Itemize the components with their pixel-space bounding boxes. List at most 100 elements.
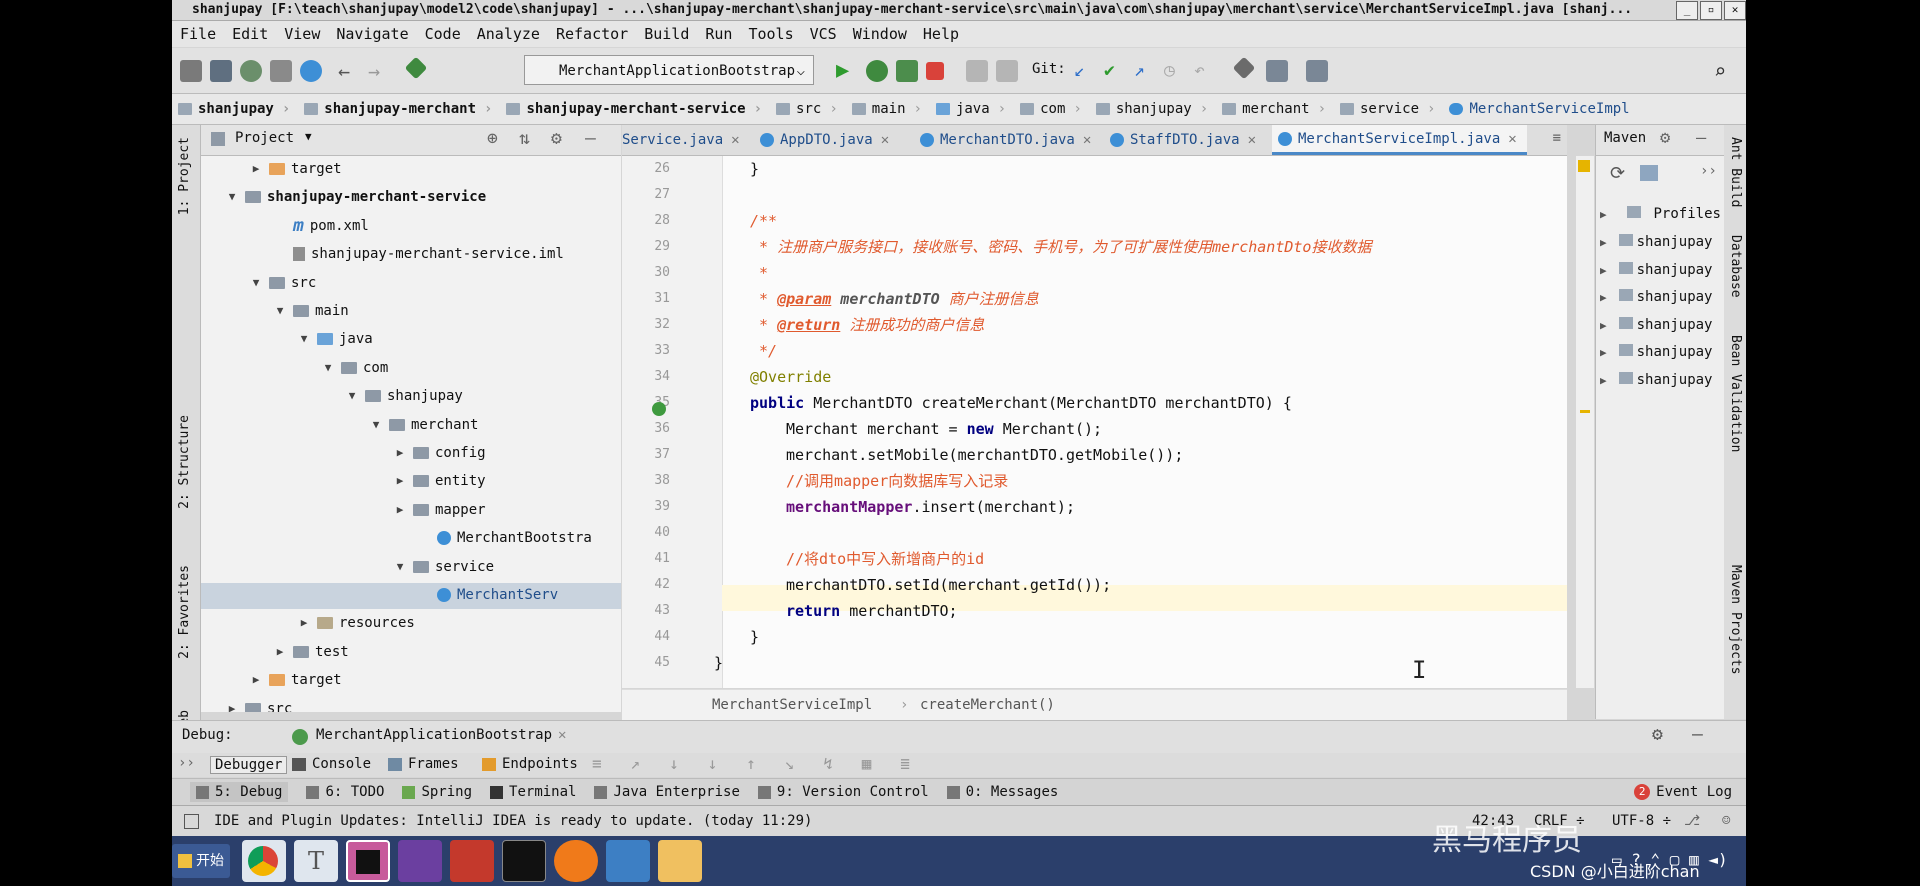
vcs-update-icon[interactable]	[966, 60, 988, 82]
start-button[interactable]: 开始	[172, 844, 230, 878]
settings-wrench-icon[interactable]	[1232, 56, 1256, 80]
gear-icon[interactable]: ⚙	[1660, 128, 1670, 148]
class-icon[interactable]	[300, 60, 322, 82]
hide-panel-icon[interactable]: —	[1696, 128, 1706, 148]
add-maven-project-icon[interactable]	[1640, 165, 1658, 181]
run-configuration-select[interactable]: MerchantApplicationBootstrap ⌵	[524, 55, 814, 85]
menu-code[interactable]: Code	[425, 25, 461, 43]
mysql-dolphin-icon[interactable]	[606, 840, 650, 882]
tool-window-maven-projects[interactable]: Maven Projects	[1728, 565, 1743, 675]
breadcrumb-item[interactable]: merchant ›	[1216, 94, 1334, 124]
hide-panel-icon[interactable]: —	[1692, 724, 1703, 745]
folder-icon[interactable]	[270, 60, 292, 82]
maven-project-item[interactable]: ▶ shanjupay	[1600, 284, 1712, 310]
stop-icon[interactable]	[926, 62, 944, 80]
tree-item[interactable]: ▶ resources	[297, 610, 415, 636]
tree-item[interactable]: ▼ service	[393, 554, 494, 580]
breadcrumb-item[interactable]: shanjupay-merchant ›	[298, 94, 500, 124]
event-log[interactable]: 2 Event Log	[1634, 784, 1732, 800]
close-icon[interactable]: ✕	[881, 125, 889, 155]
close-icon[interactable]: ✕	[1724, 1, 1746, 20]
tree-item[interactable]: ▶ target	[249, 156, 342, 182]
close-icon[interactable]: ✕	[558, 727, 566, 743]
tab-appdto[interactable]: AppDTO.java ✕	[760, 125, 889, 155]
open-folder-icon[interactable]	[180, 60, 202, 82]
tab-endpoints[interactable]: Endpoints	[502, 756, 578, 772]
tool-java-enterprise[interactable]: Java Enterprise	[594, 784, 740, 800]
chrome-icon[interactable]	[242, 840, 286, 882]
menu-edit[interactable]: Edit	[232, 25, 268, 43]
breadcrumb-item[interactable]: shanjupay ›	[172, 94, 298, 124]
expand-arrow-icon[interactable]: ▼	[345, 383, 359, 409]
sync-icon[interactable]	[240, 60, 262, 82]
step-over-icon[interactable]: ≡ ↗ ↓ ↓ ↑ ↘ ↯ ▦ ≣	[592, 754, 910, 773]
breadcrumb-item[interactable]: src ›	[770, 94, 846, 124]
collapse-arrow-icon[interactable]: ▶	[1600, 236, 1607, 249]
tool-window-structure[interactable]: 2: Structure	[177, 415, 192, 509]
menu-view[interactable]: View	[284, 25, 320, 43]
editor-scrollbar[interactable]	[1576, 156, 1594, 688]
tool-debug[interactable]: 5: Debug	[190, 782, 289, 802]
project-panel-title[interactable]: Project	[235, 130, 294, 146]
tree-item[interactable]: ▶ entity	[393, 468, 486, 494]
collapse-arrow-icon[interactable]: ▶	[249, 667, 263, 693]
expand-arrow-icon[interactable]: ▼	[321, 355, 335, 381]
tool-messages[interactable]: 0: Messages	[946, 784, 1058, 800]
code-editor[interactable]: 2627282930313233343536373839404142434445…	[622, 156, 1567, 688]
tree-item[interactable]: ▶ mapper	[393, 497, 486, 523]
breadcrumb-item[interactable]: MerchantServiceImpl	[1443, 94, 1637, 124]
tool-window-project[interactable]: 1: Project	[177, 137, 192, 215]
search-icon[interactable]: ⌕	[1714, 60, 1736, 82]
tree-item[interactable]: ▶ src	[225, 696, 292, 712]
tree-item[interactable]: ▶ test	[273, 639, 349, 665]
tab-merchantdto[interactable]: MerchantDTO.java ✕	[920, 125, 1091, 155]
collapse-arrow-icon[interactable]: ▶	[297, 610, 311, 636]
breadcrumb-item[interactable]: com ›	[1014, 94, 1090, 124]
collapse-arrow-icon[interactable]: ▶	[249, 156, 263, 182]
menu-run[interactable]: Run	[705, 25, 732, 43]
close-icon[interactable]: ✕	[1508, 125, 1516, 154]
inspector-icon[interactable]: ☺	[1722, 806, 1730, 836]
tab-console[interactable]: Console	[312, 756, 371, 772]
tree-item[interactable]: ▼ java	[297, 326, 373, 352]
gear-icon[interactable]: ⚙	[1652, 724, 1663, 745]
maven-panel-title[interactable]: Maven	[1604, 130, 1646, 146]
git-commit-check-icon[interactable]: ✔	[1104, 60, 1126, 82]
menu-tools[interactable]: Tools	[748, 25, 793, 43]
history-clock-icon[interactable]: ◷	[1164, 60, 1186, 82]
tab-merchantserviceimpl[interactable]: MerchantServiceImpl.java ✕	[1272, 125, 1527, 155]
locate-target-icon[interactable]: ⊕	[487, 128, 498, 149]
more-icon[interactable]: ››	[178, 755, 195, 771]
menu-refactor[interactable]: Refactor	[556, 25, 628, 43]
tab-service[interactable]: Service.java ✕	[622, 125, 740, 155]
tool-todo[interactable]: 6: TODO	[306, 784, 384, 800]
tree-item[interactable]: MerchantBootstra	[417, 525, 592, 551]
tab-debugger[interactable]: Debugger	[210, 756, 288, 774]
tree-item[interactable]: ▶ config	[393, 440, 486, 466]
maven-project-item[interactable]: ▶ shanjupay	[1600, 312, 1712, 338]
tool-window-bean-validation[interactable]: Bean Validation	[1728, 335, 1743, 452]
sdk-icon[interactable]	[1306, 60, 1328, 82]
tree-item[interactable]: ▼ com	[321, 355, 389, 381]
file-explorer-icon[interactable]	[658, 840, 702, 882]
collapse-arrow-icon[interactable]: ▶	[393, 468, 407, 494]
git-branch-icon[interactable]: ⎇	[1684, 806, 1700, 836]
collapse-arrow-icon[interactable]: ▶	[393, 440, 407, 466]
postman-icon[interactable]	[554, 840, 598, 882]
more-icon[interactable]: ››	[1700, 163, 1717, 179]
breadcrumb-item[interactable]: java ›	[930, 94, 1014, 124]
expand-arrow-icon[interactable]: ▼	[225, 184, 239, 210]
tool-version-control[interactable]: 9: Version Control	[757, 784, 929, 800]
gear-icon[interactable]: ⚙	[551, 128, 562, 149]
pdf-reader-icon[interactable]	[398, 840, 442, 882]
build-hammer-icon[interactable]	[404, 56, 428, 80]
debug-session-tab[interactable]: MerchantApplicationBootstrap	[316, 727, 552, 743]
menu-build[interactable]: Build	[644, 25, 689, 43]
file-encoding[interactable]: UTF-8 ÷	[1612, 806, 1671, 836]
collapse-arrow-icon[interactable]: ▶	[1600, 374, 1607, 387]
close-icon[interactable]: ✕	[1083, 125, 1091, 155]
close-icon[interactable]: ✕	[1248, 125, 1256, 155]
warning-marker[interactable]	[1580, 410, 1590, 413]
menu-vcs[interactable]: VCS	[810, 25, 837, 43]
back-arrow-icon[interactable]: ←	[338, 60, 360, 82]
